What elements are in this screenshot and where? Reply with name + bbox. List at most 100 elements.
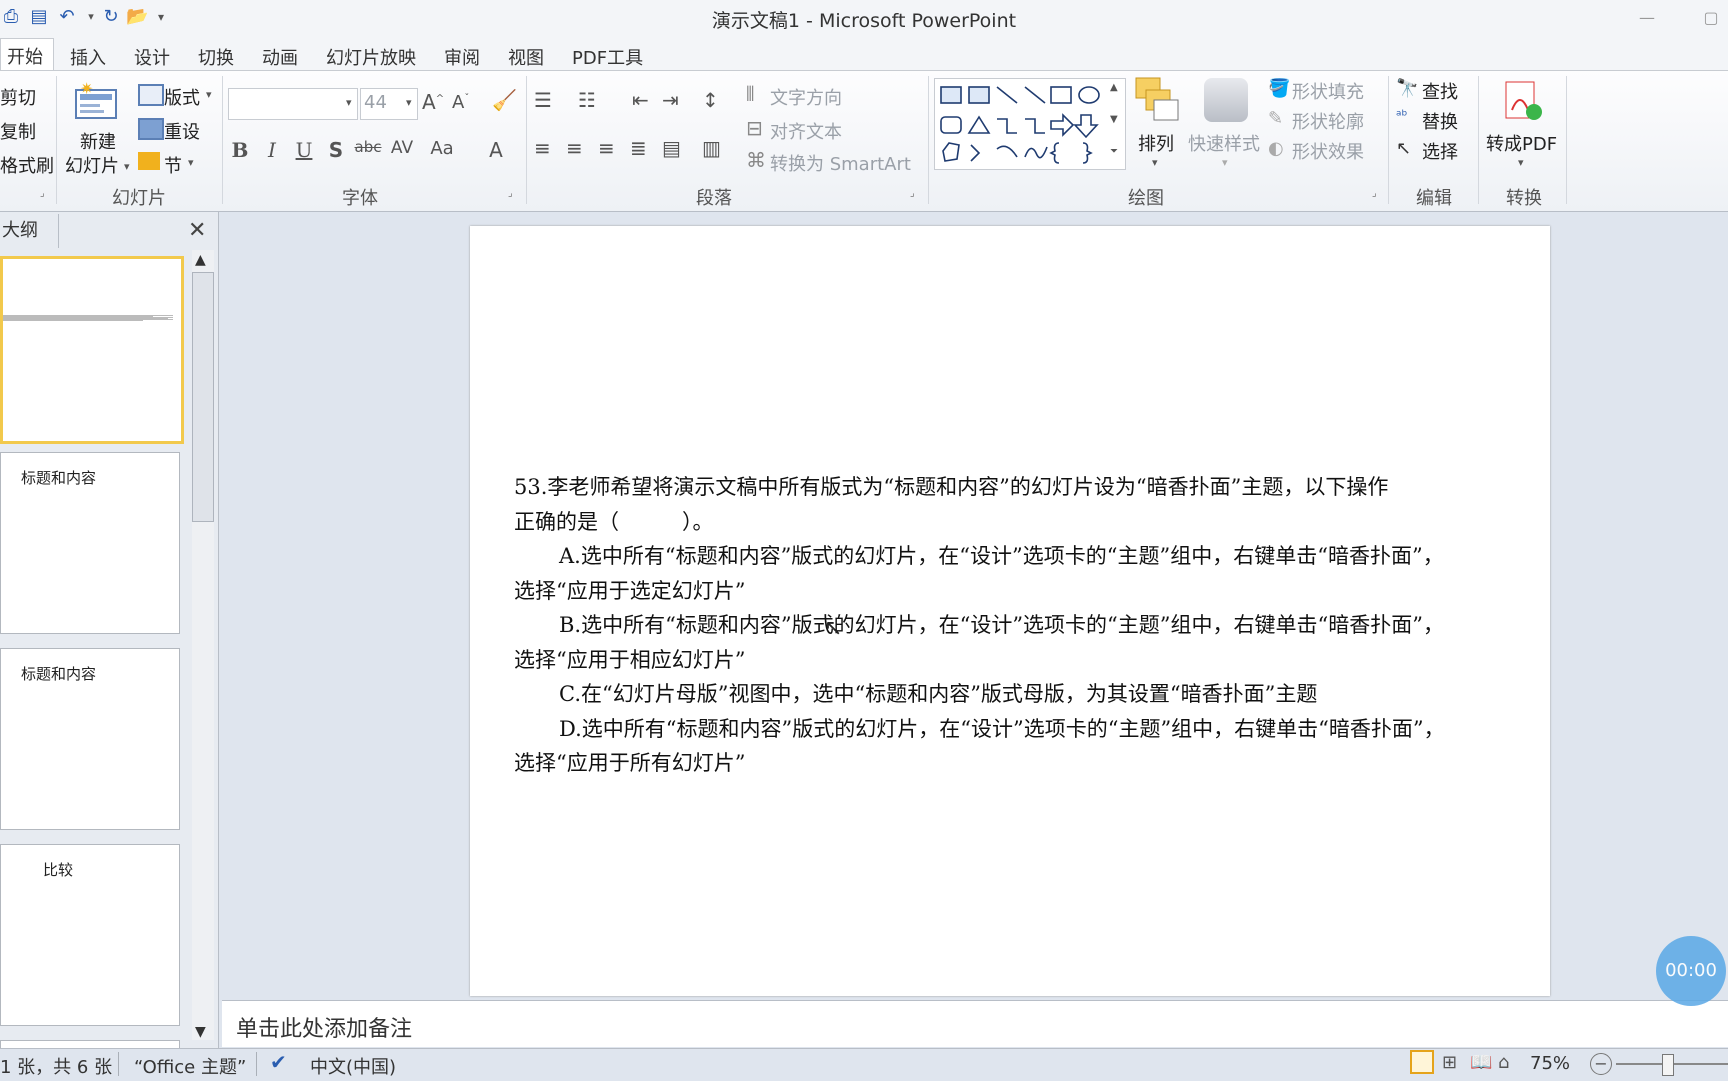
underline-icon[interactable]: U xyxy=(290,138,318,162)
zoom-slider-thumb[interactable] xyxy=(1662,1054,1674,1076)
normal-view-icon[interactable] xyxy=(1410,1050,1434,1074)
tab-animations[interactable]: 动画 xyxy=(262,44,298,70)
tab-pdf-tools[interactable]: PDF工具 xyxy=(572,44,643,70)
recording-timer[interactable]: 00:00 xyxy=(1656,936,1726,1006)
slide-sorter-icon[interactable]: ⊞ xyxy=(1442,1052,1457,1073)
slide-thumbnail-4[interactable]: 比较 xyxy=(0,844,180,1026)
justify-icon[interactable]: ≣ xyxy=(630,136,647,160)
clear-formatting-icon[interactable]: 🧹 xyxy=(492,88,517,112)
text-shadow-icon[interactable]: S xyxy=(322,138,350,162)
arrange-dropdown-icon[interactable]: ▾ xyxy=(1152,156,1158,169)
find-icon[interactable]: 🔭 xyxy=(1396,78,1418,99)
scroll-up-icon[interactable]: ▲ xyxy=(195,252,206,268)
layout-dropdown-icon[interactable]: ▾ xyxy=(206,88,212,101)
cut-button[interactable]: 剪切 xyxy=(0,84,36,110)
scroll-down-icon[interactable]: ▼ xyxy=(195,1024,206,1040)
shrink-font-icon[interactable]: Aˇ xyxy=(452,92,469,113)
reading-view-icon[interactable]: 📖 xyxy=(1470,1052,1492,1073)
theme-status[interactable]: “Office 主题” xyxy=(134,1053,246,1079)
slideshow-view-icon[interactable]: ⌂ xyxy=(1498,1052,1509,1073)
shape-fill-icon[interactable]: 🪣 xyxy=(1268,78,1290,99)
notes-pane[interactable] xyxy=(222,1000,1728,1047)
format-painter-button[interactable]: 格式刷 xyxy=(0,152,54,178)
align-text-button[interactable]: 对齐文本 xyxy=(770,118,842,144)
scrollbar-thumb[interactable] xyxy=(192,272,214,522)
tab-design[interactable]: 设计 xyxy=(134,44,170,70)
smartart-icon[interactable]: ⌘ xyxy=(746,148,766,172)
slide-thumbnail-2[interactable]: 标题和内容 xyxy=(0,452,180,634)
tab-home[interactable]: 开始 xyxy=(0,38,54,72)
increase-indent-icon[interactable]: ⇥ xyxy=(662,88,679,112)
tab-outline[interactable]: 大纲 xyxy=(0,216,60,246)
close-pane-icon[interactable]: ✕ xyxy=(188,218,206,243)
zoom-level[interactable]: 75% xyxy=(1530,1053,1570,1074)
convert-pdf-button[interactable]: 转成PDF xyxy=(1486,130,1557,156)
convert-smartart-button[interactable]: 转换为 SmartArt xyxy=(770,150,911,176)
distributed-icon[interactable]: ▤ xyxy=(662,136,681,160)
minimize-button[interactable]: — xyxy=(1632,8,1662,28)
numbering-icon[interactable]: ☷ xyxy=(578,88,596,112)
slide-question-text[interactable]: 53.李老师希望将演示文稿中所有版式为“标题和内容”的幻灯片设为“暗香扑面”主题… xyxy=(514,470,1514,781)
gallery-scroll-up-icon[interactable]: ▲ xyxy=(1110,82,1118,93)
shape-outline-button[interactable]: 形状轮廓 xyxy=(1292,108,1364,134)
maximize-button[interactable]: ▢ xyxy=(1696,8,1726,28)
replace-button[interactable]: 替换 xyxy=(1422,108,1458,134)
new-slide-label-2[interactable]: 幻灯片 xyxy=(65,152,119,178)
strikethrough-icon[interactable]: abc xyxy=(354,138,382,156)
section-icon[interactable] xyxy=(138,152,160,170)
bullets-icon[interactable]: ☰ xyxy=(534,88,552,112)
gallery-scroll-down-icon[interactable]: ▼ xyxy=(1110,114,1118,125)
tab-slideshow[interactable]: 幻灯片放映 xyxy=(326,44,416,70)
shape-effects-icon[interactable]: ◐ xyxy=(1268,138,1284,159)
text-direction-button[interactable]: 文字方向 xyxy=(770,84,842,110)
section-button[interactable]: 节 xyxy=(164,152,182,178)
new-slide-dropdown-icon[interactable]: ▾ xyxy=(124,160,130,173)
columns-icon[interactable]: ▥ xyxy=(702,136,721,160)
character-spacing-icon[interactable]: AV xyxy=(388,138,416,158)
arrange-icon[interactable] xyxy=(1134,76,1180,124)
shape-outline-icon[interactable]: ✎ xyxy=(1268,108,1283,129)
align-right-icon[interactable]: ≡ xyxy=(598,136,615,160)
convert-pdf-dropdown-icon[interactable]: ▾ xyxy=(1518,156,1524,169)
reset-button[interactable]: 重设 xyxy=(164,118,200,144)
bold-icon[interactable]: B xyxy=(226,138,254,162)
slide-thumbnail-1[interactable] xyxy=(0,256,184,444)
align-center-icon[interactable]: ≡ xyxy=(566,136,583,160)
arrange-button[interactable]: 排列 xyxy=(1138,130,1174,156)
zoom-out-icon[interactable]: − xyxy=(1590,1053,1612,1075)
spell-check-icon[interactable]: ✔ xyxy=(270,1050,287,1074)
shapes-gallery[interactable] xyxy=(934,78,1126,170)
shape-effects-button[interactable]: 形状效果 xyxy=(1292,138,1364,164)
tab-view[interactable]: 视图 xyxy=(508,44,544,70)
quick-styles-dropdown-icon[interactable]: ▾ xyxy=(1222,156,1228,169)
select-button[interactable]: 选择 xyxy=(1422,138,1458,164)
gallery-more-icon[interactable]: ⏷ xyxy=(1110,146,1118,157)
reset-icon[interactable] xyxy=(138,118,164,140)
copy-button[interactable]: 复制 xyxy=(0,118,36,144)
replace-icon[interactable]: ᵃᵇ xyxy=(1396,108,1407,124)
pdf-icon[interactable] xyxy=(1500,80,1544,124)
tab-review[interactable]: 审阅 xyxy=(444,44,480,70)
font-name-combo[interactable] xyxy=(228,88,358,120)
text-direction-icon[interactable]: ⫴ xyxy=(746,82,754,106)
new-slide-label-1[interactable]: 新建 xyxy=(80,128,116,154)
drawing-launcher-icon[interactable]: ⌟ xyxy=(1372,188,1377,199)
align-left-icon[interactable]: ≡ xyxy=(534,136,551,160)
new-slide-icon[interactable]: ✷ xyxy=(74,79,120,120)
section-dropdown-icon[interactable]: ▾ xyxy=(188,156,194,169)
font-launcher-icon[interactable]: ⌟ xyxy=(508,188,513,199)
clipboard-launcher-icon[interactable]: ⌟ xyxy=(40,188,45,199)
notes-placeholder[interactable]: 单击此处添加备注 xyxy=(236,1011,412,1043)
layout-icon[interactable] xyxy=(138,84,164,106)
decrease-indent-icon[interactable]: ⇤ xyxy=(632,88,649,112)
find-button[interactable]: 查找 xyxy=(1422,78,1458,104)
font-size-dropdown-icon[interactable]: ▾ xyxy=(406,96,412,109)
quick-styles-button[interactable]: 快速样式 xyxy=(1188,130,1260,156)
italic-icon[interactable]: I xyxy=(258,138,286,162)
language-status[interactable]: 中文(中国) xyxy=(310,1053,396,1079)
align-text-icon[interactable]: ⊟ xyxy=(746,116,763,140)
paragraph-launcher-icon[interactable]: ⌟ xyxy=(910,188,915,199)
font-name-dropdown-icon[interactable]: ▾ xyxy=(346,96,352,109)
change-case-icon[interactable]: Aa xyxy=(428,138,456,159)
tab-insert[interactable]: 插入 xyxy=(70,44,106,70)
